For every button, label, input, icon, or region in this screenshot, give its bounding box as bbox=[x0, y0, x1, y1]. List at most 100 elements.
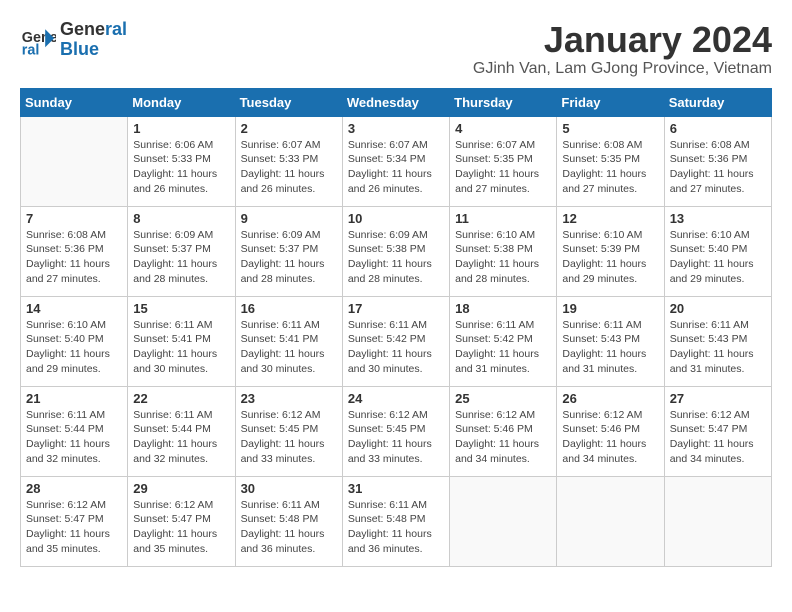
logo-icon: Gene ral bbox=[20, 22, 56, 58]
calendar-cell: 8 Sunrise: 6:09 AM Sunset: 5:37 PM Daylig… bbox=[128, 206, 235, 296]
day-number: 19 bbox=[562, 301, 658, 316]
day-info: Sunrise: 6:11 AM Sunset: 5:42 PM Dayligh… bbox=[455, 318, 551, 377]
day-number: 13 bbox=[670, 211, 766, 226]
day-info: Sunrise: 6:12 AM Sunset: 5:46 PM Dayligh… bbox=[562, 408, 658, 467]
header-sunday: Sunday bbox=[21, 88, 128, 116]
calendar-cell bbox=[450, 476, 557, 566]
header-monday: Monday bbox=[128, 88, 235, 116]
day-info: Sunrise: 6:08 AM Sunset: 5:35 PM Dayligh… bbox=[562, 138, 658, 197]
day-number: 9 bbox=[241, 211, 337, 226]
day-info: Sunrise: 6:11 AM Sunset: 5:44 PM Dayligh… bbox=[26, 408, 122, 467]
day-info: Sunrise: 6:08 AM Sunset: 5:36 PM Dayligh… bbox=[670, 138, 766, 197]
day-number: 3 bbox=[348, 121, 444, 136]
day-info: Sunrise: 6:09 AM Sunset: 5:38 PM Dayligh… bbox=[348, 228, 444, 287]
calendar-cell: 23 Sunrise: 6:12 AM Sunset: 5:45 PM Dayli… bbox=[235, 386, 342, 476]
page-header: Gene ral GeneralBlue January 2024 GJinh … bbox=[20, 20, 772, 78]
day-number: 29 bbox=[133, 481, 229, 496]
day-number: 10 bbox=[348, 211, 444, 226]
calendar-table: SundayMondayTuesdayWednesdayThursdayFrid… bbox=[20, 88, 772, 567]
calendar-cell: 3 Sunrise: 6:07 AM Sunset: 5:34 PM Daylig… bbox=[342, 116, 449, 206]
header-tuesday: Tuesday bbox=[235, 88, 342, 116]
header-saturday: Saturday bbox=[664, 88, 771, 116]
day-info: Sunrise: 6:07 AM Sunset: 5:34 PM Dayligh… bbox=[348, 138, 444, 197]
day-info: Sunrise: 6:10 AM Sunset: 5:40 PM Dayligh… bbox=[26, 318, 122, 377]
day-info: Sunrise: 6:11 AM Sunset: 5:48 PM Dayligh… bbox=[241, 498, 337, 557]
calendar-cell: 28Sunrise: 6:12 AM Sunset: 5:47 PM Dayli… bbox=[21, 476, 128, 566]
svg-text:ral: ral bbox=[22, 42, 40, 58]
calendar-cell: 12Sunrise: 6:10 AM Sunset: 5:39 PM Dayli… bbox=[557, 206, 664, 296]
day-number: 30 bbox=[241, 481, 337, 496]
calendar-cell: 19 Sunrise: 6:11 AM Sunset: 5:43 PM Dayli… bbox=[557, 296, 664, 386]
day-number: 5 bbox=[562, 121, 658, 136]
day-number: 1 bbox=[133, 121, 229, 136]
calendar-cell: 14 Sunrise: 6:10 AM Sunset: 5:40 PM Dayli… bbox=[21, 296, 128, 386]
day-info: Sunrise: 6:12 AM Sunset: 5:46 PM Dayligh… bbox=[455, 408, 551, 467]
calendar-cell: 21 Sunrise: 6:11 AM Sunset: 5:44 PM Dayli… bbox=[21, 386, 128, 476]
day-number: 17 bbox=[348, 301, 444, 316]
calendar-cell: 18 Sunrise: 6:11 AM Sunset: 5:42 PM Dayli… bbox=[450, 296, 557, 386]
calendar-cell: 4Sunrise: 6:07 AM Sunset: 5:35 PM Daylig… bbox=[450, 116, 557, 206]
calendar-cell bbox=[664, 476, 771, 566]
day-info: Sunrise: 6:12 AM Sunset: 5:45 PM Dayligh… bbox=[348, 408, 444, 467]
day-info: Sunrise: 6:11 AM Sunset: 5:43 PM Dayligh… bbox=[562, 318, 658, 377]
week-row-4: 28 Sunrise: 6:12 AM Sunset: 5:47 PM Dayli… bbox=[21, 476, 772, 566]
calendar-cell: 26Sunrise: 6:12 AM Sunset: 5:46 PM Dayli… bbox=[557, 386, 664, 476]
day-number: 23 bbox=[241, 391, 337, 406]
day-info: Sunrise: 6:08 AM Sunset: 5:36 PM Dayligh… bbox=[26, 228, 122, 287]
day-info: Sunrise: 6:12 AM Sunset: 5:47 PM Dayligh… bbox=[133, 498, 229, 557]
title-section: January 2024 GJinh Van, Lam GJong Provin… bbox=[473, 20, 772, 78]
week-row-3: 21 Sunrise: 6:11 AM Sunset: 5:44 PM Dayli… bbox=[21, 386, 772, 476]
logo: Gene ral GeneralBlue bbox=[20, 20, 127, 60]
day-number: 2 bbox=[241, 121, 337, 136]
day-info: Sunrise: 6:09 AM Sunset: 5:37 PM Dayligh… bbox=[241, 228, 337, 287]
calendar-cell: 24 Sunrise: 6:12 AM Sunset: 5:45 PM Dayli… bbox=[342, 386, 449, 476]
day-info: Sunrise: 6:11 AM Sunset: 5:48 PM Dayligh… bbox=[348, 498, 444, 557]
day-number: 25 bbox=[455, 391, 551, 406]
day-number: 21 bbox=[26, 391, 122, 406]
calendar-title: January 2024 bbox=[473, 20, 772, 60]
header-row: SundayMondayTuesdayWednesdayThursdayFrid… bbox=[21, 88, 772, 116]
day-number: 7 bbox=[26, 211, 122, 226]
day-info: Sunrise: 6:12 AM Sunset: 5:45 PM Dayligh… bbox=[241, 408, 337, 467]
day-number: 14 bbox=[26, 301, 122, 316]
day-info: Sunrise: 6:10 AM Sunset: 5:38 PM Dayligh… bbox=[455, 228, 551, 287]
calendar-cell: 16 Sunrise: 6:11 AM Sunset: 5:41 PM Dayli… bbox=[235, 296, 342, 386]
day-number: 24 bbox=[348, 391, 444, 406]
day-info: Sunrise: 6:09 AM Sunset: 5:37 PM Dayligh… bbox=[133, 228, 229, 287]
calendar-cell: 5 Sunrise: 6:08 AM Sunset: 5:35 PM Daylig… bbox=[557, 116, 664, 206]
calendar-cell bbox=[21, 116, 128, 206]
calendar-cell: 30 Sunrise: 6:11 AM Sunset: 5:48 PM Dayli… bbox=[235, 476, 342, 566]
header-thursday: Thursday bbox=[450, 88, 557, 116]
day-number: 15 bbox=[133, 301, 229, 316]
calendar-cell: 7 Sunrise: 6:08 AM Sunset: 5:36 PM Daylig… bbox=[21, 206, 128, 296]
day-info: Sunrise: 6:11 AM Sunset: 5:42 PM Dayligh… bbox=[348, 318, 444, 377]
header-friday: Friday bbox=[557, 88, 664, 116]
calendar-cell: 1 Sunrise: 6:06 AM Sunset: 5:33 PM Daylig… bbox=[128, 116, 235, 206]
week-row-1: 7 Sunrise: 6:08 AM Sunset: 5:36 PM Daylig… bbox=[21, 206, 772, 296]
day-info: Sunrise: 6:12 AM Sunset: 5:47 PM Dayligh… bbox=[670, 408, 766, 467]
day-number: 22 bbox=[133, 391, 229, 406]
calendar-cell: 31 Sunrise: 6:11 AM Sunset: 5:48 PM Dayli… bbox=[342, 476, 449, 566]
day-number: 11 bbox=[455, 211, 551, 226]
calendar-cell: 13Sunrise: 6:10 AM Sunset: 5:40 PM Dayli… bbox=[664, 206, 771, 296]
day-number: 18 bbox=[455, 301, 551, 316]
day-number: 28 bbox=[26, 481, 122, 496]
day-number: 12 bbox=[562, 211, 658, 226]
calendar-cell: 29 Sunrise: 6:12 AM Sunset: 5:47 PM Dayli… bbox=[128, 476, 235, 566]
calendar-cell: 11 Sunrise: 6:10 AM Sunset: 5:38 PM Dayli… bbox=[450, 206, 557, 296]
calendar-cell bbox=[557, 476, 664, 566]
day-info: Sunrise: 6:11 AM Sunset: 5:41 PM Dayligh… bbox=[133, 318, 229, 377]
day-info: Sunrise: 6:11 AM Sunset: 5:43 PM Dayligh… bbox=[670, 318, 766, 377]
day-number: 16 bbox=[241, 301, 337, 316]
calendar-cell: 27Sunrise: 6:12 AM Sunset: 5:47 PM Dayli… bbox=[664, 386, 771, 476]
day-number: 20 bbox=[670, 301, 766, 316]
day-info: Sunrise: 6:06 AM Sunset: 5:33 PM Dayligh… bbox=[133, 138, 229, 197]
week-row-2: 14 Sunrise: 6:10 AM Sunset: 5:40 PM Dayli… bbox=[21, 296, 772, 386]
day-number: 8 bbox=[133, 211, 229, 226]
day-number: 31 bbox=[348, 481, 444, 496]
day-number: 4 bbox=[455, 121, 551, 136]
day-info: Sunrise: 6:11 AM Sunset: 5:41 PM Dayligh… bbox=[241, 318, 337, 377]
calendar-cell: 6Sunrise: 6:08 AM Sunset: 5:36 PM Daylig… bbox=[664, 116, 771, 206]
calendar-cell: 15 Sunrise: 6:11 AM Sunset: 5:41 PM Dayli… bbox=[128, 296, 235, 386]
calendar-cell: 10 Sunrise: 6:09 AM Sunset: 5:38 PM Dayli… bbox=[342, 206, 449, 296]
